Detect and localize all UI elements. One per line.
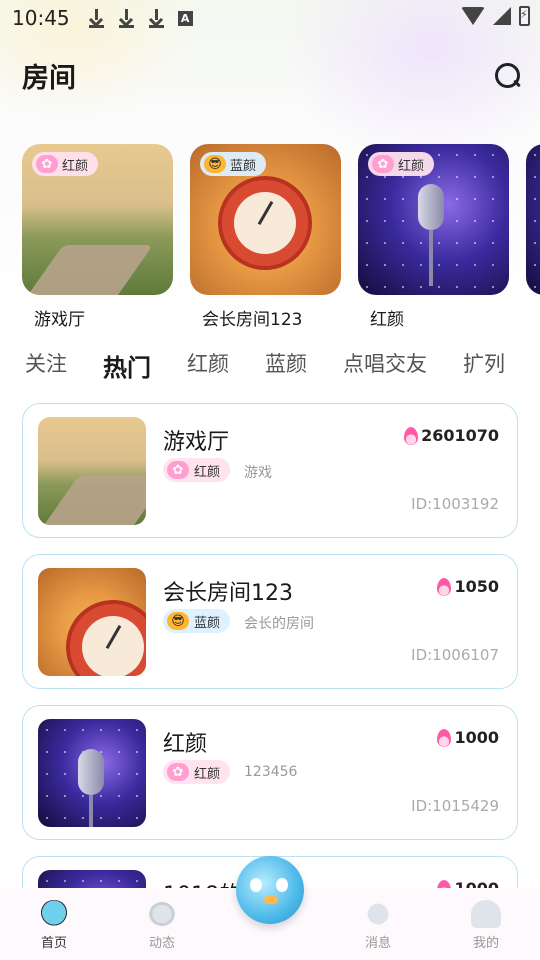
system-icons (461, 6, 530, 26)
download-icon (88, 8, 104, 28)
room-cover-image (38, 417, 146, 525)
room-cover-image: 😎 蓝颜 (190, 144, 341, 295)
room-id: ID:1015429 (411, 797, 499, 815)
header: 房间 (22, 56, 522, 102)
nav-label: 首页 (40, 936, 67, 951)
featured-room-name: 会长房间123 (202, 310, 303, 330)
room-heat: 1000 (437, 728, 499, 747)
room-tag-label: 红颜 (398, 158, 425, 174)
room-tag: ✿ 红颜 (163, 760, 231, 784)
flower-icon: ✿ (167, 763, 189, 781)
featured-room-card-partial[interactable] (526, 144, 540, 334)
room-card[interactable]: 红颜 1000 ✿ 红颜 123456 ID:1015429 (22, 705, 518, 840)
room-tag: 😎 蓝颜 (163, 609, 231, 633)
room-id: ID:1006107 (411, 646, 499, 664)
active-tab-indicator (109, 392, 145, 394)
featured-room-card[interactable]: 😎 蓝颜 会长房间123 (190, 144, 341, 334)
status-bar: 10:45 A (0, 0, 540, 36)
room-heat-value: 2601070 (421, 426, 499, 445)
featured-room-card[interactable]: ✿ 红颜 红颜 (358, 144, 509, 334)
room-tag-label: 蓝颜 (194, 615, 221, 631)
room-name: 红颜 (163, 732, 208, 757)
room-heat-value: 1050 (454, 577, 499, 596)
flower-icon: ✿ (36, 155, 58, 173)
download-icon (148, 8, 164, 28)
tab-hot[interactable]: 热门 (103, 348, 151, 394)
planet-icon (147, 900, 177, 928)
room-heat: 1050 (437, 577, 499, 596)
room-cover-image (38, 568, 146, 676)
tab-hongyan[interactable]: 红颜 (187, 348, 229, 394)
flame-icon (404, 426, 419, 445)
tab-song-request[interactable]: 点唱交友 (343, 348, 427, 394)
ghost-icon (471, 900, 501, 928)
notification-icons: A (88, 8, 193, 28)
status-time: 10:45 (12, 6, 70, 30)
message-icon (363, 900, 393, 928)
room-tag: ✿ 红颜 (368, 152, 435, 176)
room-tag: 😎 蓝颜 (200, 152, 267, 176)
nav-label: 消息 (364, 936, 391, 951)
room-description: 会长的房间 (244, 616, 314, 632)
room-name: 游戏厅 (163, 430, 230, 455)
room-cover-image (38, 719, 146, 827)
wifi-icon (461, 7, 485, 25)
a-icon: A (177, 10, 193, 26)
room-tag-label: 红颜 (194, 464, 221, 480)
download-icon (118, 8, 134, 28)
page-title: 房间 (22, 63, 76, 94)
room-name: 会长房间123 (163, 581, 293, 606)
room-cover-image: ✿ 红颜 (22, 144, 173, 295)
room-tag: ✿ 红颜 (32, 152, 99, 176)
room-heat: 2601070 (404, 426, 499, 445)
tab-lanyan[interactable]: 蓝颜 (265, 348, 307, 394)
room-cover-image (526, 144, 540, 295)
nav-moments[interactable]: 动态 (127, 900, 197, 951)
featured-room-name: 红颜 (370, 310, 404, 330)
room-tag-label: 红颜 (62, 158, 89, 174)
room-tag-label: 蓝颜 (230, 158, 257, 174)
flame-icon (437, 728, 452, 747)
featured-rooms: ✿ 红颜 游戏厅 😎 蓝颜 会长房间123 ✿ 红颜 红颜 (22, 144, 540, 334)
tab-kuolie[interactable]: 扩列 (463, 348, 505, 394)
room-cover-image: ✿ 红颜 (358, 144, 509, 295)
nav-label: 动态 (148, 936, 175, 951)
room-tag-label: 红颜 (194, 766, 221, 782)
room-id: ID:1003192 (411, 495, 499, 513)
room-description: 游戏 (244, 465, 272, 481)
sunglasses-icon: 😎 (204, 155, 226, 173)
room-tag: ✿ 红颜 (163, 458, 231, 482)
tab-label: 热门 (103, 354, 151, 382)
flower-icon: ✿ (167, 461, 189, 479)
category-tabs: 关注 热门 红颜 蓝颜 点唱交友 扩列 (25, 348, 540, 394)
battery-charging-icon (519, 6, 530, 26)
home-icon (39, 900, 69, 928)
nav-messages[interactable]: 消息 (343, 900, 413, 951)
room-description: 123456 (244, 764, 298, 780)
room-card[interactable]: 会长房间123 1050 😎 蓝颜 会长的房间 ID:1006107 (22, 554, 518, 689)
room-card[interactable]: 游戏厅 2601070 ✿ 红颜 游戏 ID:1003192 (22, 403, 518, 538)
signal-icon (493, 7, 511, 25)
flame-icon (437, 577, 452, 596)
nav-profile[interactable]: 我的 (451, 900, 521, 951)
featured-room-name: 游戏厅 (34, 310, 85, 330)
room-heat-value: 1000 (454, 728, 499, 747)
flower-icon: ✿ (372, 155, 394, 173)
sunglasses-icon: 😎 (167, 612, 189, 630)
mascot-center-button[interactable] (236, 856, 304, 924)
search-icon[interactable] (494, 62, 522, 90)
nav-label: 我的 (472, 936, 499, 951)
featured-room-card[interactable]: ✿ 红颜 游戏厅 (22, 144, 173, 334)
tab-follow[interactable]: 关注 (25, 348, 67, 394)
nav-home[interactable]: 首页 (19, 900, 89, 951)
